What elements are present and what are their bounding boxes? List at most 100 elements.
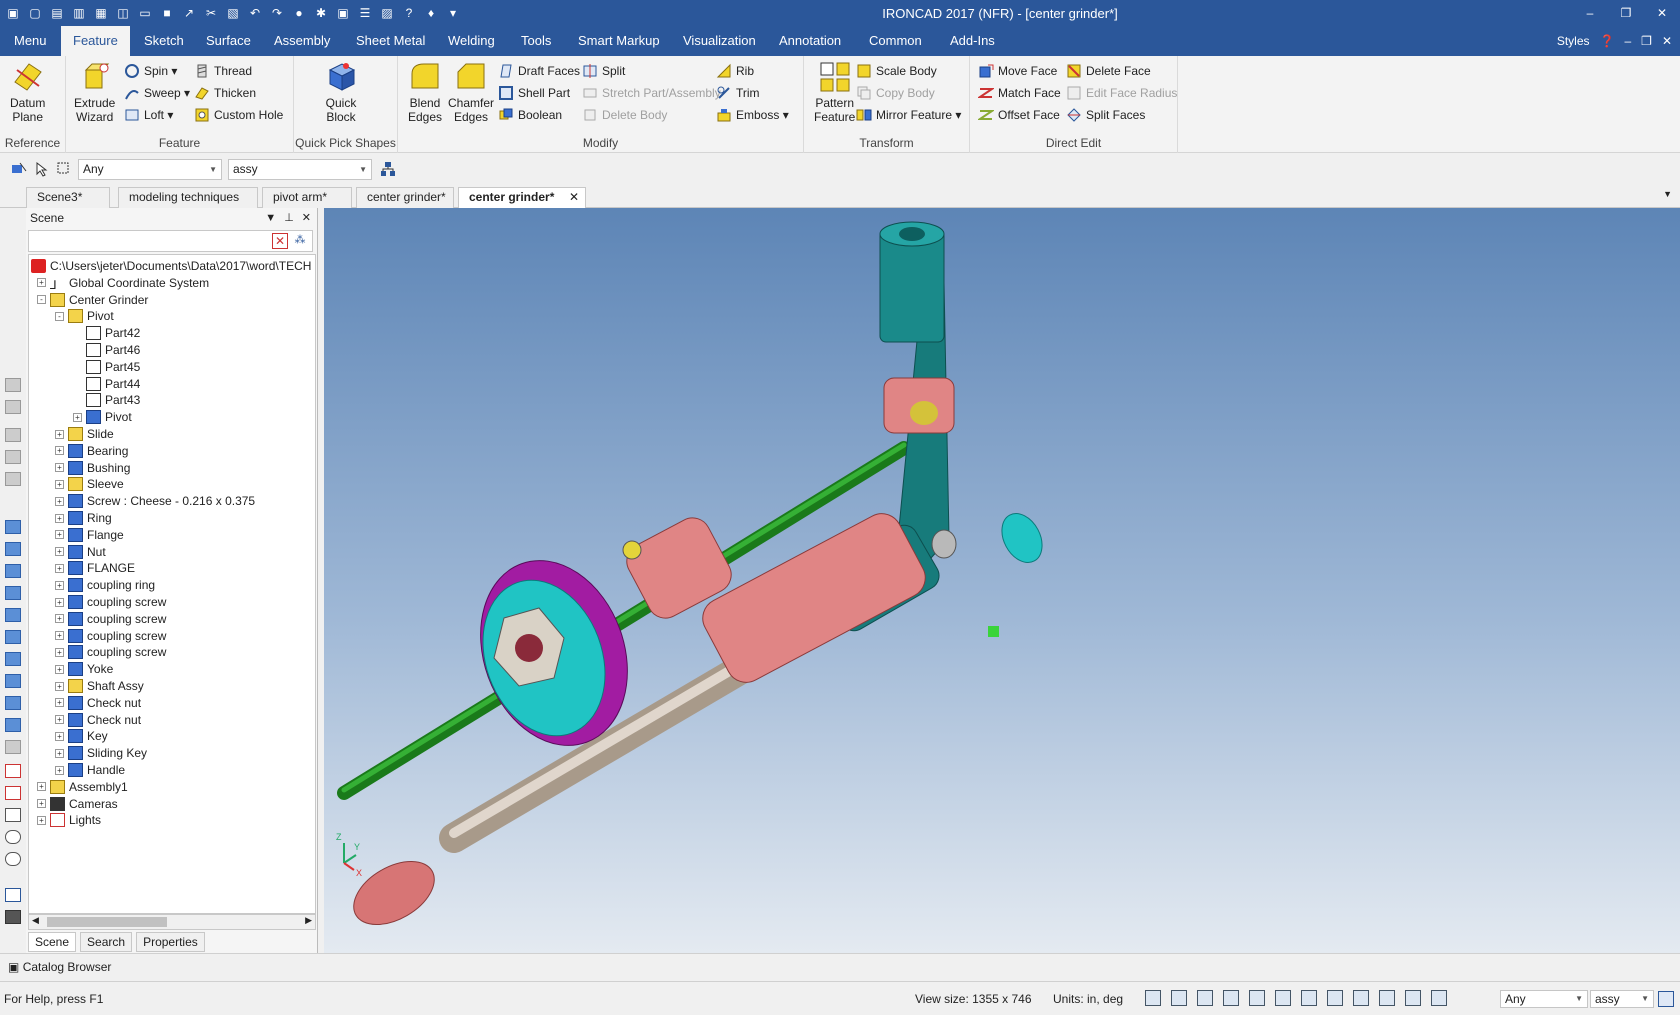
expand-icon[interactable]: + [55, 479, 64, 489]
delete-face-button[interactable]: Delete Face [1066, 62, 1151, 80]
tree-item[interactable]: + Sliding Key [55, 744, 147, 762]
expand-icon[interactable]: + [55, 496, 64, 506]
pyramid-shape-icon[interactable] [5, 696, 21, 710]
tab-tools[interactable]: Tools [521, 26, 551, 56]
wedge-shape-icon[interactable] [5, 608, 21, 622]
tree-item[interactable]: + coupling screw [55, 610, 166, 628]
expand-icon[interactable]: + [55, 731, 64, 741]
select-box-icon[interactable] [56, 161, 72, 177]
tree-item[interactable]: + coupling screw [55, 593, 166, 611]
expand-icon[interactable]: + [55, 429, 64, 439]
doc-tab-scene3[interactable]: Scene3* [26, 187, 110, 208]
move-face-button[interactable]: Move Face [978, 62, 1057, 80]
layout-icon[interactable]: ☰ [356, 4, 374, 22]
help-icon[interactable]: ❓ [1600, 34, 1615, 48]
export-icon[interactable]: ↗ [180, 4, 198, 22]
tree-item[interactable]: + Flange [55, 526, 124, 544]
collapse-icon[interactable]: - [55, 311, 64, 321]
expand-icon[interactable]: + [55, 681, 64, 691]
customize-icon[interactable]: ▾ [444, 4, 462, 22]
tool-icon-4[interactable] [5, 450, 21, 464]
tab-menu[interactable]: Menu [14, 26, 47, 56]
expand-icon[interactable]: + [55, 614, 64, 624]
minimize-button[interactable]: – [1572, 0, 1608, 26]
tree-item[interactable]: + Screw : Cheese - 0.216 x 0.375 [55, 492, 255, 510]
tree-item[interactable]: + Pivot [73, 408, 132, 426]
sliding-key[interactable] [988, 626, 999, 637]
view-cube-icon[interactable] [1197, 990, 1213, 1006]
tree-item[interactable]: + Yoke [55, 660, 113, 678]
expand-icon[interactable]: + [37, 278, 46, 288]
expand-icon[interactable]: + [37, 799, 46, 809]
expand-icon[interactable]: + [55, 715, 64, 725]
expand-icon[interactable]: + [55, 580, 64, 590]
tree-item[interactable]: + Shaft Assy [55, 677, 144, 695]
expand-icon[interactable]: + [37, 782, 46, 792]
smart-snap-icon[interactable]: ✱ [312, 4, 330, 22]
filter-options-icon[interactable]: ⁂ [292, 233, 308, 249]
rotate-tool-icon[interactable] [5, 830, 21, 844]
clear-filter-icon[interactable]: ✕ [272, 233, 288, 249]
zoom-extents-icon[interactable] [1171, 990, 1187, 1006]
capture-icon[interactable]: ◫ [114, 4, 132, 22]
shading-icon[interactable] [1353, 990, 1369, 1006]
slide-body[interactable] [696, 507, 933, 690]
model-center-grinder[interactable]: Z Y X [324, 208, 1680, 953]
expand-icon[interactable]: + [55, 647, 64, 657]
expand-icon[interactable]: + [37, 815, 46, 825]
line-tool-icon[interactable] [5, 888, 21, 902]
datum-plane-button[interactable]: Datum Plane [10, 60, 45, 124]
selection-filter-combo[interactable]: Any ▼ [78, 159, 222, 180]
collapse-icon[interactable]: - [37, 295, 46, 305]
tree-item[interactable]: + coupling screw [55, 627, 166, 645]
handle-knob[interactable] [343, 848, 445, 937]
redo-icon[interactable]: ↷ [268, 4, 286, 22]
measure-tool-icon[interactable] [5, 786, 21, 800]
tab-list-dropdown-icon[interactable]: ▼ [1663, 189, 1672, 199]
tab-sheet-metal[interactable]: Sheet Metal [356, 26, 425, 56]
thread-button[interactable]: Thread [194, 62, 252, 80]
tab-welding[interactable]: Welding [448, 26, 495, 56]
mirror-feature-button[interactable]: Mirror Feature ▾ [856, 106, 961, 124]
new-icon[interactable]: ▢ [26, 4, 44, 22]
scroll-right-icon[interactable]: ▶ [305, 915, 312, 926]
extrude-wizard-button[interactable]: Extrude Wizard [74, 60, 115, 124]
new-scene-icon[interactable]: ▤ [48, 4, 66, 22]
tab-common[interactable]: Common [869, 26, 922, 56]
copy-body-button[interactable]: Copy Body [856, 84, 935, 102]
pivot-cylinder[interactable] [879, 229, 945, 343]
tree-item[interactable]: + Sleeve [55, 475, 124, 493]
panel-menu-icon[interactable]: ▼ [265, 208, 276, 228]
tree-item[interactable]: + Key [55, 727, 108, 745]
expand-icon[interactable]: + [55, 597, 64, 607]
tool-icon-3[interactable] [5, 428, 21, 442]
quick-block-button[interactable]: Quick Block [324, 60, 358, 124]
bushing[interactable] [994, 507, 1050, 570]
close-tab-icon[interactable]: ✕ [569, 188, 579, 207]
torus-shape-icon[interactable] [5, 630, 21, 644]
sweep-button[interactable]: Sweep ▾ [124, 84, 190, 102]
spin-button[interactable]: Spin ▾ [124, 62, 177, 80]
doc-tab-pivot-arm[interactable]: pivot arm* [262, 187, 352, 208]
tree-item[interactable]: - Center Grinder [37, 291, 148, 309]
tree-item[interactable]: + Ring [55, 509, 112, 527]
tree-item[interactable]: + Bushing [55, 459, 130, 477]
screw-cheese[interactable] [622, 540, 642, 560]
pattern-feature-button[interactable]: Pattern Feature [814, 60, 855, 124]
section-view-icon[interactable] [1275, 990, 1291, 1006]
edit-face-radius-button[interactable]: Edit Face Radius [1066, 84, 1177, 102]
expand-icon[interactable]: + [55, 698, 64, 708]
tree-item[interactable]: + Lights [37, 811, 101, 829]
tab-visualization[interactable]: Visualization [683, 26, 756, 56]
graduation-icon[interactable]: ♦ [422, 4, 440, 22]
status-scope-combo[interactable]: assy ▼ [1590, 990, 1654, 1008]
draft-faces-button[interactable]: Draft Faces [498, 62, 580, 80]
expand-icon[interactable]: + [55, 664, 64, 674]
emboss-button[interactable]: Emboss ▾ [716, 106, 789, 124]
ribbon-minimize-icon[interactable]: – [1624, 34, 1631, 48]
doc-tab-center-grinder-1[interactable]: center grinder* [356, 187, 454, 208]
select-box-status-icon[interactable] [1431, 990, 1447, 1006]
tool-icon-5[interactable] [5, 472, 21, 486]
blend-edges-button[interactable]: Blend Edges [408, 60, 442, 124]
tree-item[interactable]: + Handle [55, 761, 125, 779]
